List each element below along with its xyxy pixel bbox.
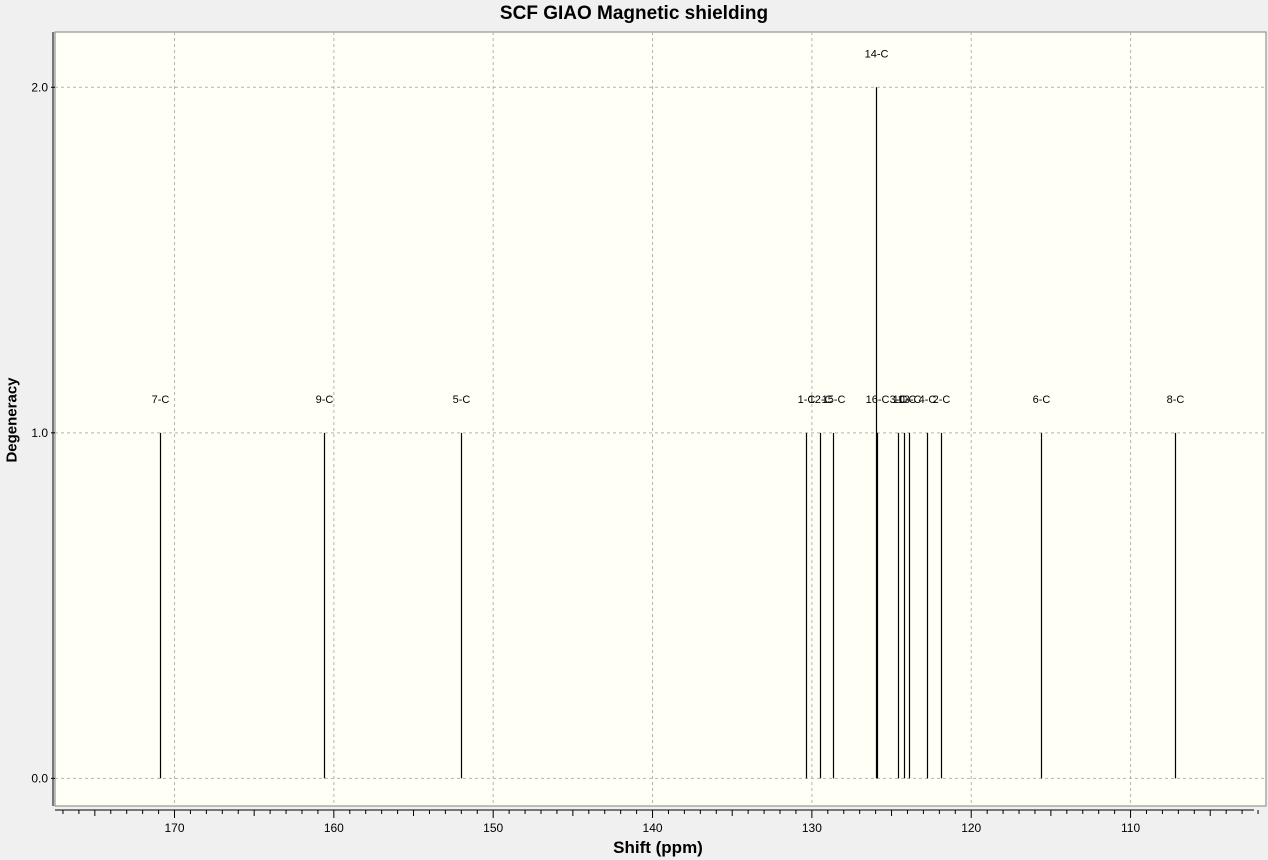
- chart-window: SCF GIAO Magnetic shielding Degeneracy S…: [0, 0, 1268, 860]
- y-tick-label: 2.0: [31, 80, 48, 94]
- peak-label: 8-C: [1167, 394, 1185, 406]
- peak-label: 9-C: [316, 394, 334, 406]
- peak-label: 14-C: [865, 48, 889, 60]
- x-tick-label: 140: [643, 821, 663, 835]
- x-tick-label: 170: [164, 821, 184, 835]
- spectrum-chart: 0.0 1.0 2.0 170 160 150 140 130 120 110 7-C 9-C 5-C 1…: [31, 31, 1267, 835]
- y-tick-label: 0.0: [31, 771, 48, 785]
- peak-label: 2-C: [933, 394, 951, 406]
- x-tick-label: 160: [324, 821, 344, 835]
- x-tick-label: 120: [961, 821, 981, 835]
- y-tick-label: 1.0: [31, 426, 48, 440]
- x-tick-label: 110: [1121, 821, 1140, 835]
- x-tick-label: 150: [483, 821, 503, 835]
- plot-area: [54, 31, 1267, 807]
- peak-label: 6-C: [1033, 394, 1051, 406]
- peak-label: 7-C: [152, 394, 170, 406]
- peak-label: 5-C: [453, 394, 471, 406]
- peak-label: 15-C: [822, 394, 846, 406]
- peak-label: 16-C: [866, 394, 890, 406]
- x-tick-label: 130: [802, 821, 822, 835]
